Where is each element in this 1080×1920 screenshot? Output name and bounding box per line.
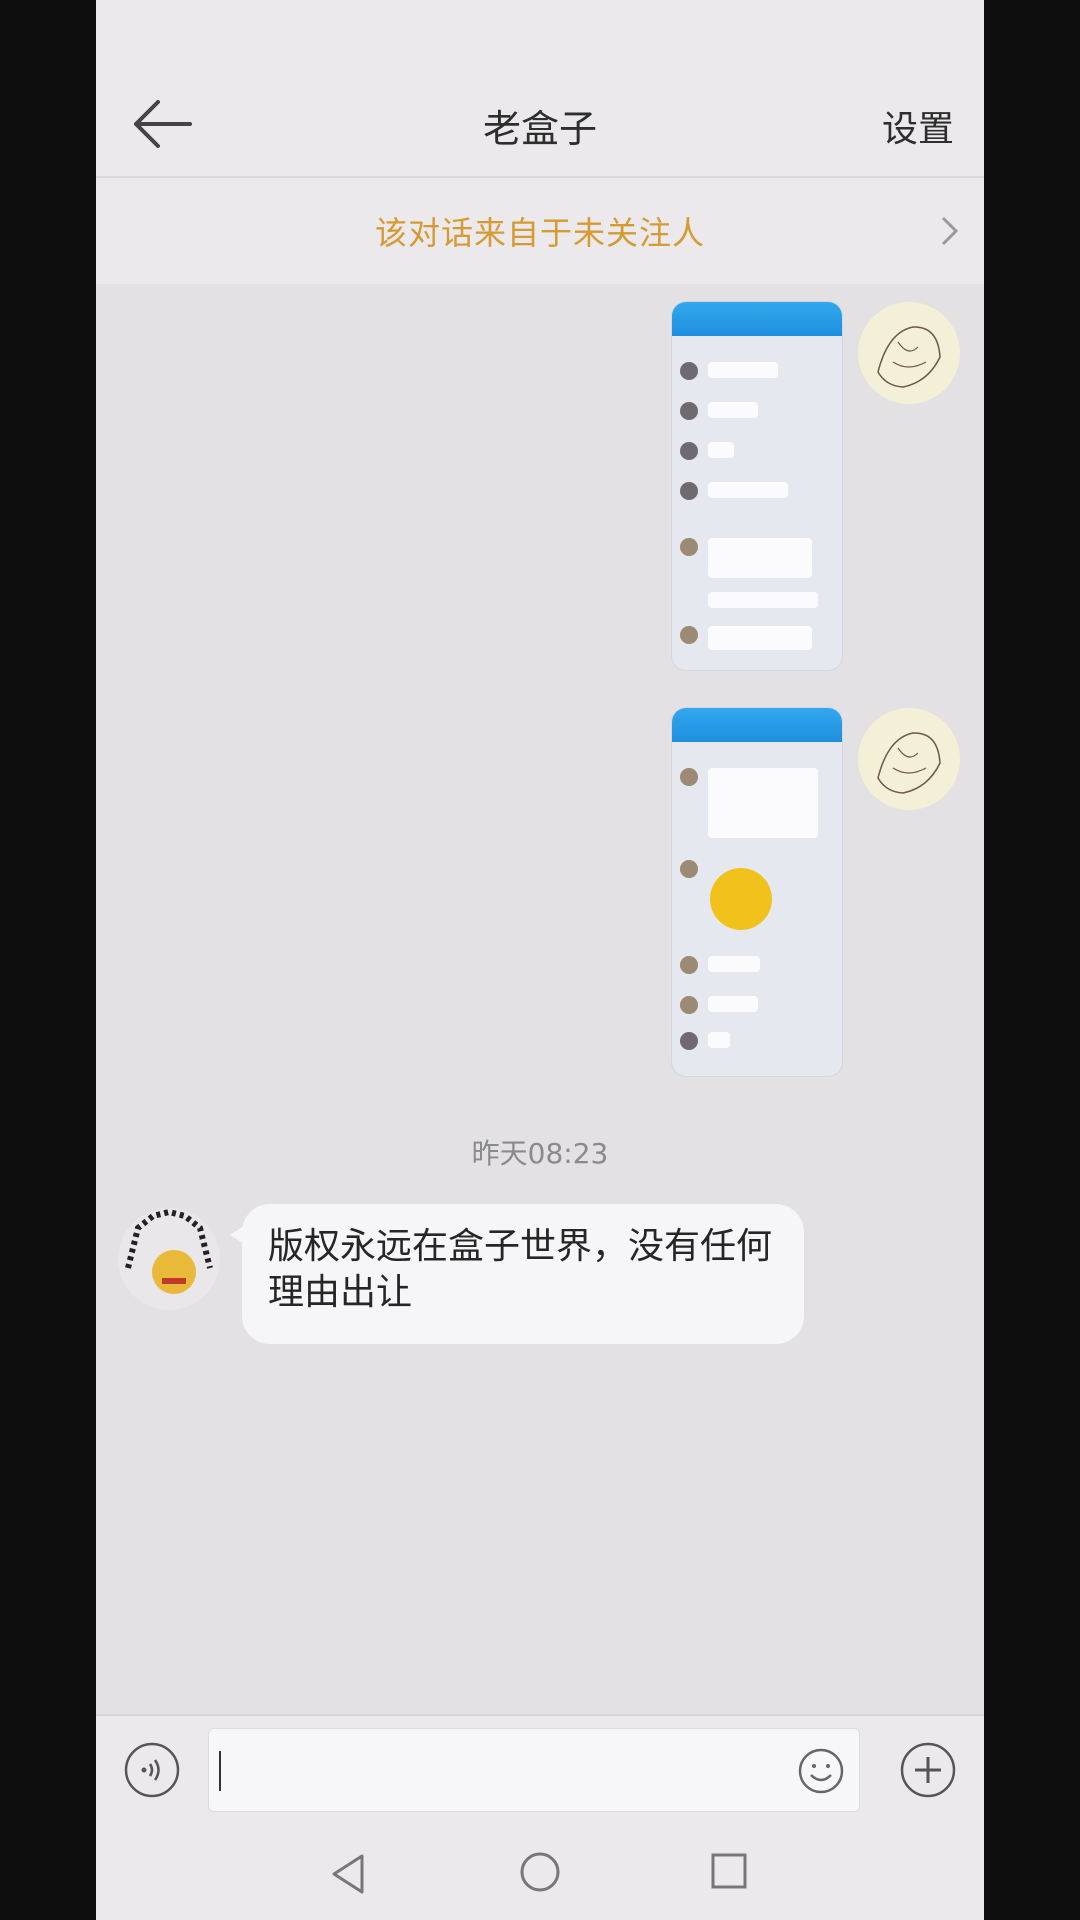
emoji-button[interactable] xyxy=(797,1747,845,1795)
headdress-avatar-icon xyxy=(125,1208,213,1294)
status-bar xyxy=(96,0,984,72)
notice-text: 该对话来自于未关注人 xyxy=(374,214,705,252)
settings-button[interactable]: 设置 xyxy=(882,100,954,152)
triangle-back-icon[interactable] xyxy=(328,1852,368,1896)
circle-home-icon[interactable] xyxy=(520,1852,560,1892)
own-avatar[interactable] xyxy=(858,708,960,810)
image-header-bar xyxy=(672,302,842,336)
unfollowed-notice-banner[interactable]: 该对话来自于未关注人 xyxy=(96,178,984,284)
sketch-avatar-icon xyxy=(877,732,941,794)
emoji-icon xyxy=(798,1748,844,1794)
more-button[interactable] xyxy=(900,1742,956,1798)
own-avatar[interactable] xyxy=(858,302,960,404)
voice-button[interactable] xyxy=(124,1742,180,1798)
system-nav-bar xyxy=(96,1822,984,1920)
message-timestamp: 昨天08:23 xyxy=(471,1137,609,1170)
square-recent-icon[interactable] xyxy=(710,1852,748,1890)
chevron-right-icon xyxy=(941,216,959,246)
chat-screen: 老盒子 设置 该对话来自于未关注人 昨天08:23 版权永远在盒子世界，没有任何… xyxy=(96,0,984,1920)
sketch-avatar-icon xyxy=(877,326,941,388)
contact-avatar[interactable] xyxy=(118,1208,220,1310)
plus-icon xyxy=(900,1742,956,1798)
received-message-bubble[interactable]: 版权永远在盒子世界，没有任何理由出让 xyxy=(230,1204,804,1344)
image-header-bar xyxy=(672,708,842,742)
page-title: 老盒子 xyxy=(482,107,597,151)
sent-image-message[interactable] xyxy=(672,302,842,670)
voice-icon xyxy=(124,1742,180,1798)
message-text: 版权永远在盒子世界，没有任何理由出让 xyxy=(268,1226,773,1313)
message-input[interactable] xyxy=(208,1728,860,1812)
sent-image-message[interactable] xyxy=(672,708,842,1076)
input-bar xyxy=(96,1714,984,1822)
title-bar: 老盒子 设置 xyxy=(96,72,984,178)
